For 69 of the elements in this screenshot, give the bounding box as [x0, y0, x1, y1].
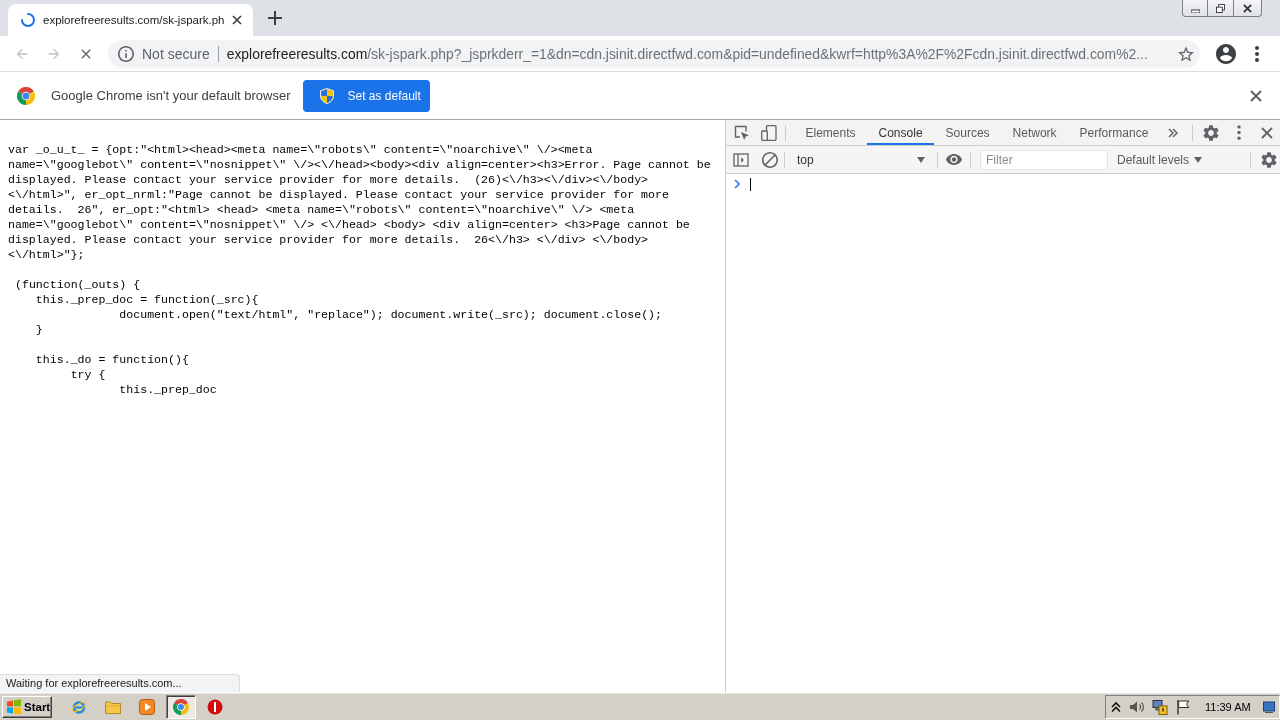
clear-icon[interactable] — [762, 151, 778, 168]
devtools-tab[interactable]: Performance — [1068, 120, 1160, 145]
taskbar-app-button[interactable] — [166, 694, 196, 719]
flag-icon[interactable] — [1175, 698, 1191, 715]
browser-logo-icon — [173, 698, 189, 715]
clock: 11:39 AM — [1205, 700, 1251, 713]
info-icon[interactable] — [118, 45, 134, 62]
devtools-tab[interactable]: Elements — [794, 120, 868, 145]
close-icon[interactable] — [1250, 89, 1262, 102]
code-line: name=\"googlebot\" content=\"nosnippet\" \/><\/head><body><div align=center><h3>Error. Page cannot be — [8, 158, 711, 171]
sidebar-icon[interactable] — [733, 151, 749, 168]
shield-icon — [319, 87, 336, 104]
code-line: <\/html>"}; — [8, 248, 85, 261]
address-bar[interactable]: Not secure explorefreeresults.com/sk-jspark.php?_jsprkderr_=1&dn=cdn.jsinit.directfwd.com&pid=undefined&kwrf=http%3A%2F%2Fcdn.jsinit.directfwd.com%2... — [108, 39, 1200, 68]
set-default-button[interactable]: Set as default — [303, 79, 431, 112]
play-icon — [139, 698, 155, 715]
more-icon[interactable] — [1255, 45, 1259, 62]
restore-icon — [1216, 3, 1225, 13]
close-icon[interactable] — [231, 15, 242, 25]
code-line: (function(_outs) { — [14, 278, 141, 291]
restore-button[interactable] — [1208, 0, 1234, 17]
infobar-message: Google Chrome isn't your default browser — [51, 88, 291, 103]
inspect-icon[interactable] — [734, 124, 750, 141]
device-icon[interactable] — [761, 124, 777, 141]
close-icon — [1243, 3, 1252, 13]
windows-flag-icon — [6, 698, 22, 715]
code-line: document.open("text/html", "replace"); document.write(_src); document.close(); — [119, 308, 662, 321]
eye-icon[interactable] — [946, 154, 962, 165]
browser-logo-icon — [17, 86, 35, 105]
show-desktop-icon[interactable] — [1263, 699, 1275, 714]
devtools-tab[interactable]: Sources — [934, 120, 1002, 145]
more-icon[interactable] — [1236, 125, 1241, 140]
folder-icon — [105, 698, 121, 715]
close-window-button[interactable] — [1234, 0, 1262, 17]
code-line: <\/html>", er_opt_nrml:"Page cannot be displayed. Please contact your service provider for more — [8, 188, 669, 201]
code-line: details. 26", er_opt:"<html> <head> <meta name=\"robots\" content=\"noarchive\" \/> <meta — [8, 203, 635, 216]
chevron-up-icon[interactable] — [1110, 700, 1122, 713]
double-chevron-icon[interactable] — [1167, 127, 1178, 138]
account-icon[interactable] — [1216, 43, 1236, 64]
prompt-chevron-icon — [734, 179, 740, 189]
close-icon[interactable] — [1260, 126, 1273, 139]
code-line: } — [35, 323, 43, 336]
code-line: try { — [70, 368, 106, 381]
code-line: this._prep_doc = function(_src){ — [35, 293, 259, 306]
browser-tab[interactable]: explorefreeresults.com/sk-jspark.ph — [8, 4, 253, 36]
caret-icon — [917, 156, 925, 163]
settings-icon[interactable] — [1202, 124, 1219, 141]
context-select[interactable]: top — [789, 148, 929, 171]
levels-dropdown[interactable]: Default levels — [1109, 148, 1211, 171]
status-bubble: Waiting for explorefreeresults.com... — [0, 674, 240, 692]
security-label: Not secure — [142, 45, 210, 62]
alert-icon — [207, 698, 223, 715]
network-icon[interactable] — [1152, 698, 1168, 715]
code-line: this._do = function(){ — [35, 353, 189, 366]
code-line: displayed. Please contact your service provider for more details. 26<\/h3> <\/div> <\/body> — [8, 233, 649, 246]
code-line: var _o_u_t_ = {opt:"<html><head><meta name=\"robots\" content=\"noarchive\" \/><meta — [8, 143, 593, 156]
filter-field[interactable]: Filter — [980, 149, 1108, 170]
settings-icon[interactable] — [1261, 151, 1278, 168]
devtools-tab[interactable]: Network — [1001, 120, 1069, 145]
start-button[interactable]: Start — [2, 695, 52, 718]
code-line: displayed. Please contact your service provider for more details. (26)<\/h3><\/div><\/body> — [8, 173, 649, 186]
plus-icon[interactable] — [267, 11, 282, 25]
browser-icon — [71, 698, 87, 715]
minimize-button[interactable] — [1182, 0, 1208, 17]
star-icon[interactable] — [1178, 45, 1194, 62]
caret-icon — [1194, 156, 1203, 163]
url-text: explorefreeresults.com/sk-jspark.php?_jsprkderr_=1&dn=cdn.jsinit.directfwd.com&pid=undefined&kwrf=http%3A%2F%2Fcdn.jsinit.directfwd.com%2... — [226, 45, 1149, 62]
code-line: name=\"googlebot\" content=\"nosnippet\" \/> <\/head> <body> <div align=center> <h3>Page cannot be — [8, 218, 690, 231]
code-line: this._prep_doc — [119, 383, 217, 396]
